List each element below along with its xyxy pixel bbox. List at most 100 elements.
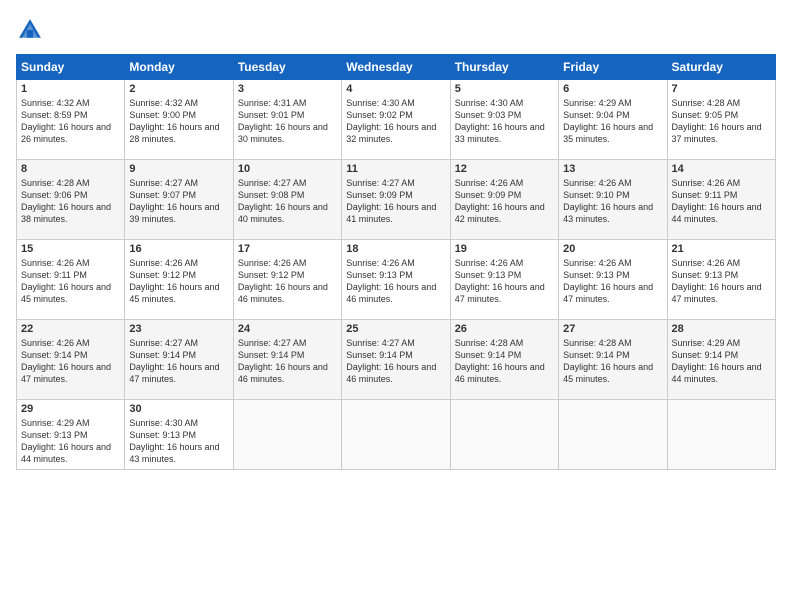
day-info: Sunrise: 4:26 AM Sunset: 9:12 PM Dayligh… bbox=[238, 257, 337, 306]
day-number: 2 bbox=[129, 83, 228, 95]
day-cell: 4 Sunrise: 4:30 AM Sunset: 9:02 PM Dayli… bbox=[342, 80, 450, 160]
day-cell: 11 Sunrise: 4:27 AM Sunset: 9:09 PM Dayl… bbox=[342, 160, 450, 240]
day-cell: 19 Sunrise: 4:26 AM Sunset: 9:13 PM Dayl… bbox=[450, 240, 558, 320]
day-cell: 13 Sunrise: 4:26 AM Sunset: 9:10 PM Dayl… bbox=[559, 160, 667, 240]
day-cell: 24 Sunrise: 4:27 AM Sunset: 9:14 PM Dayl… bbox=[233, 320, 341, 400]
day-cell: 30 Sunrise: 4:30 AM Sunset: 9:13 PM Dayl… bbox=[125, 400, 233, 470]
empty-cell bbox=[667, 400, 775, 470]
day-info: Sunrise: 4:27 AM Sunset: 9:14 PM Dayligh… bbox=[129, 337, 228, 386]
day-number: 11 bbox=[346, 163, 445, 175]
day-number: 10 bbox=[238, 163, 337, 175]
day-info: Sunrise: 4:27 AM Sunset: 9:14 PM Dayligh… bbox=[238, 337, 337, 386]
day-info: Sunrise: 4:26 AM Sunset: 9:14 PM Dayligh… bbox=[21, 337, 120, 386]
day-cell: 22 Sunrise: 4:26 AM Sunset: 9:14 PM Dayl… bbox=[17, 320, 125, 400]
day-number: 3 bbox=[238, 83, 337, 95]
header-saturday: Saturday bbox=[667, 55, 775, 80]
day-cell: 27 Sunrise: 4:28 AM Sunset: 9:14 PM Dayl… bbox=[559, 320, 667, 400]
header-friday: Friday bbox=[559, 55, 667, 80]
day-info: Sunrise: 4:27 AM Sunset: 9:09 PM Dayligh… bbox=[346, 177, 445, 226]
day-number: 12 bbox=[455, 163, 554, 175]
day-info: Sunrise: 4:26 AM Sunset: 9:10 PM Dayligh… bbox=[563, 177, 662, 226]
day-info: Sunrise: 4:28 AM Sunset: 9:06 PM Dayligh… bbox=[21, 177, 120, 226]
day-cell: 18 Sunrise: 4:26 AM Sunset: 9:13 PM Dayl… bbox=[342, 240, 450, 320]
day-cell: 5 Sunrise: 4:30 AM Sunset: 9:03 PM Dayli… bbox=[450, 80, 558, 160]
day-info: Sunrise: 4:26 AM Sunset: 9:11 PM Dayligh… bbox=[672, 177, 771, 226]
day-cell: 12 Sunrise: 4:26 AM Sunset: 9:09 PM Dayl… bbox=[450, 160, 558, 240]
day-info: Sunrise: 4:30 AM Sunset: 9:02 PM Dayligh… bbox=[346, 97, 445, 146]
day-number: 17 bbox=[238, 243, 337, 255]
calendar-row: 29 Sunrise: 4:29 AM Sunset: 9:13 PM Dayl… bbox=[17, 400, 776, 470]
day-number: 4 bbox=[346, 83, 445, 95]
day-number: 25 bbox=[346, 323, 445, 335]
day-cell: 20 Sunrise: 4:26 AM Sunset: 9:13 PM Dayl… bbox=[559, 240, 667, 320]
calendar-row: 15 Sunrise: 4:26 AM Sunset: 9:11 PM Dayl… bbox=[17, 240, 776, 320]
logo bbox=[16, 16, 48, 44]
page: Sunday Monday Tuesday Wednesday Thursday… bbox=[0, 0, 792, 612]
day-number: 18 bbox=[346, 243, 445, 255]
day-cell: 6 Sunrise: 4:29 AM Sunset: 9:04 PM Dayli… bbox=[559, 80, 667, 160]
calendar-row: 22 Sunrise: 4:26 AM Sunset: 9:14 PM Dayl… bbox=[17, 320, 776, 400]
day-info: Sunrise: 4:27 AM Sunset: 9:14 PM Dayligh… bbox=[346, 337, 445, 386]
header-wednesday: Wednesday bbox=[342, 55, 450, 80]
day-info: Sunrise: 4:29 AM Sunset: 9:13 PM Dayligh… bbox=[21, 417, 120, 466]
day-number: 14 bbox=[672, 163, 771, 175]
calendar-row: 1 Sunrise: 4:32 AM Sunset: 8:59 PM Dayli… bbox=[17, 80, 776, 160]
day-info: Sunrise: 4:26 AM Sunset: 9:13 PM Dayligh… bbox=[455, 257, 554, 306]
header bbox=[16, 16, 776, 44]
day-cell: 16 Sunrise: 4:26 AM Sunset: 9:12 PM Dayl… bbox=[125, 240, 233, 320]
day-number: 15 bbox=[21, 243, 120, 255]
day-info: Sunrise: 4:27 AM Sunset: 9:07 PM Dayligh… bbox=[129, 177, 228, 226]
day-info: Sunrise: 4:28 AM Sunset: 9:14 PM Dayligh… bbox=[563, 337, 662, 386]
header-sunday: Sunday bbox=[17, 55, 125, 80]
day-cell: 9 Sunrise: 4:27 AM Sunset: 9:07 PM Dayli… bbox=[125, 160, 233, 240]
day-info: Sunrise: 4:30 AM Sunset: 9:13 PM Dayligh… bbox=[129, 417, 228, 466]
day-info: Sunrise: 4:28 AM Sunset: 9:05 PM Dayligh… bbox=[672, 97, 771, 146]
day-info: Sunrise: 4:26 AM Sunset: 9:13 PM Dayligh… bbox=[563, 257, 662, 306]
day-cell: 2 Sunrise: 4:32 AM Sunset: 9:00 PM Dayli… bbox=[125, 80, 233, 160]
empty-cell bbox=[342, 400, 450, 470]
day-cell: 23 Sunrise: 4:27 AM Sunset: 9:14 PM Dayl… bbox=[125, 320, 233, 400]
calendar-row: 8 Sunrise: 4:28 AM Sunset: 9:06 PM Dayli… bbox=[17, 160, 776, 240]
day-number: 6 bbox=[563, 83, 662, 95]
weekday-header-row: Sunday Monday Tuesday Wednesday Thursday… bbox=[17, 55, 776, 80]
day-number: 28 bbox=[672, 323, 771, 335]
day-number: 26 bbox=[455, 323, 554, 335]
day-cell: 28 Sunrise: 4:29 AM Sunset: 9:14 PM Dayl… bbox=[667, 320, 775, 400]
day-number: 29 bbox=[21, 403, 120, 415]
day-number: 22 bbox=[21, 323, 120, 335]
day-number: 7 bbox=[672, 83, 771, 95]
empty-cell bbox=[450, 400, 558, 470]
day-info: Sunrise: 4:29 AM Sunset: 9:04 PM Dayligh… bbox=[563, 97, 662, 146]
day-number: 23 bbox=[129, 323, 228, 335]
day-cell: 14 Sunrise: 4:26 AM Sunset: 9:11 PM Dayl… bbox=[667, 160, 775, 240]
day-info: Sunrise: 4:31 AM Sunset: 9:01 PM Dayligh… bbox=[238, 97, 337, 146]
day-cell: 25 Sunrise: 4:27 AM Sunset: 9:14 PM Dayl… bbox=[342, 320, 450, 400]
day-cell: 17 Sunrise: 4:26 AM Sunset: 9:12 PM Dayl… bbox=[233, 240, 341, 320]
day-cell: 3 Sunrise: 4:31 AM Sunset: 9:01 PM Dayli… bbox=[233, 80, 341, 160]
day-cell: 29 Sunrise: 4:29 AM Sunset: 9:13 PM Dayl… bbox=[17, 400, 125, 470]
day-number: 21 bbox=[672, 243, 771, 255]
day-info: Sunrise: 4:26 AM Sunset: 9:12 PM Dayligh… bbox=[129, 257, 228, 306]
day-number: 27 bbox=[563, 323, 662, 335]
day-cell: 15 Sunrise: 4:26 AM Sunset: 9:11 PM Dayl… bbox=[17, 240, 125, 320]
header-tuesday: Tuesday bbox=[233, 55, 341, 80]
day-number: 9 bbox=[129, 163, 228, 175]
day-cell: 1 Sunrise: 4:32 AM Sunset: 8:59 PM Dayli… bbox=[17, 80, 125, 160]
day-number: 30 bbox=[129, 403, 228, 415]
empty-cell bbox=[233, 400, 341, 470]
day-info: Sunrise: 4:27 AM Sunset: 9:08 PM Dayligh… bbox=[238, 177, 337, 226]
header-monday: Monday bbox=[125, 55, 233, 80]
calendar-table: Sunday Monday Tuesday Wednesday Thursday… bbox=[16, 54, 776, 470]
header-thursday: Thursday bbox=[450, 55, 558, 80]
day-info: Sunrise: 4:26 AM Sunset: 9:13 PM Dayligh… bbox=[672, 257, 771, 306]
day-cell: 7 Sunrise: 4:28 AM Sunset: 9:05 PM Dayli… bbox=[667, 80, 775, 160]
day-cell: 8 Sunrise: 4:28 AM Sunset: 9:06 PM Dayli… bbox=[17, 160, 125, 240]
day-cell: 21 Sunrise: 4:26 AM Sunset: 9:13 PM Dayl… bbox=[667, 240, 775, 320]
day-cell: 10 Sunrise: 4:27 AM Sunset: 9:08 PM Dayl… bbox=[233, 160, 341, 240]
day-number: 13 bbox=[563, 163, 662, 175]
day-number: 1 bbox=[21, 83, 120, 95]
day-info: Sunrise: 4:28 AM Sunset: 9:14 PM Dayligh… bbox=[455, 337, 554, 386]
day-cell: 26 Sunrise: 4:28 AM Sunset: 9:14 PM Dayl… bbox=[450, 320, 558, 400]
day-info: Sunrise: 4:29 AM Sunset: 9:14 PM Dayligh… bbox=[672, 337, 771, 386]
day-number: 20 bbox=[563, 243, 662, 255]
